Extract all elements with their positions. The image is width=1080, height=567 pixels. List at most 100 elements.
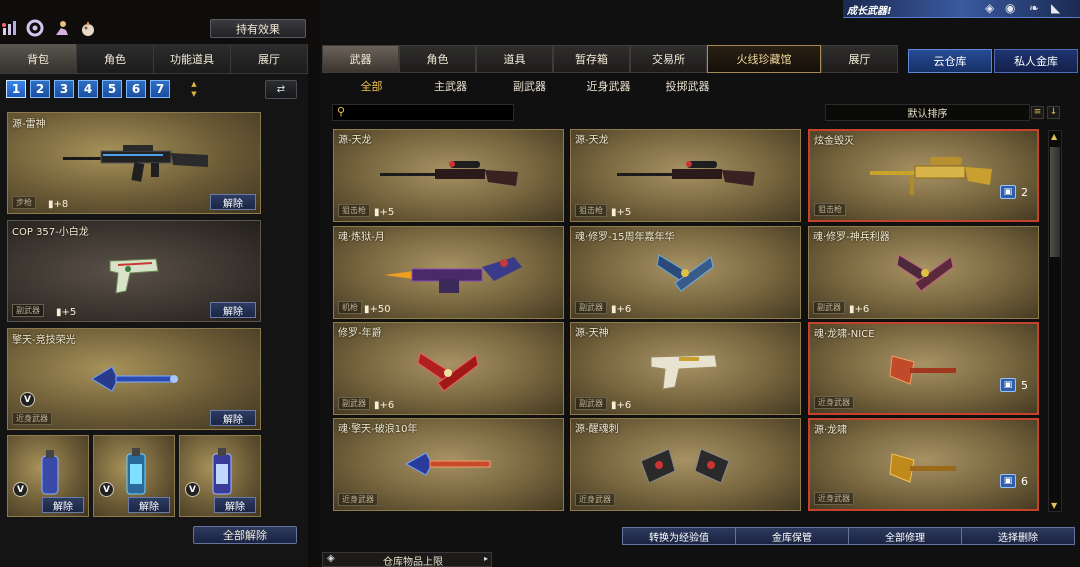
page-up-down[interactable]: ▲ ▼ [186,80,202,98]
item-name: 源-天龙 [338,135,372,146]
v-badge-icon: V [99,482,114,497]
shovel-weapon-image [90,363,180,395]
warehouse-item[interactable]: 魂·龙啸-NICE 近身武器 ▣ 5 [808,322,1039,415]
stats-icon[interactable] [0,18,20,38]
item-enhance-level: ▮+5 [374,207,395,218]
page-button-5[interactable]: 5 [102,80,122,98]
rifle-weapon-image [63,141,213,186]
tab-weapons[interactable]: 武器 [322,45,399,73]
warehouse-item[interactable]: 源·龙啸 近身武器 ▣ 6 [808,418,1039,511]
chevron-right-icon: ▸ [483,554,488,563]
release-button[interactable]: 解除 [128,497,170,513]
page-button-6[interactable]: 6 [126,80,146,98]
page-button-4[interactable]: 4 [78,80,98,98]
warehouse-limit-label: 仓库物品上限 [383,557,443,567]
grenade-image [210,446,234,496]
tab-exchange[interactable]: 交易所 [630,45,707,73]
release-all-button[interactable]: 全部解除 [193,526,297,544]
release-button[interactable]: 解除 [42,497,84,513]
item-name: 源-醒魂刺 [575,424,619,435]
warehouse-item[interactable]: 魂·修罗-15周年嘉年华 副武器 ▮+6 [570,226,801,319]
item-name: 源-天神 [575,328,609,339]
axe-weapon-image [888,450,958,486]
select-delete-button[interactable]: 选择删除 [961,527,1075,545]
inventory-icon[interactable] [78,18,98,38]
item-enhance-level: ▮+6 [374,400,395,411]
warehouse-item[interactable]: 源-醒魂刺 近身武器 [570,418,801,511]
inventory-item[interactable]: V 解除 [7,435,89,517]
warehouse-item[interactable]: 源-天神 副武器 ▮+6 [570,322,801,415]
subtab-throwing[interactable]: 投掷武器 [648,78,727,94]
subtab-secondary[interactable]: 副武器 [490,78,569,94]
warehouse-item[interactable]: 源-天龙 狙击枪 ▮+5 [570,129,801,222]
release-button[interactable]: 解除 [214,497,256,513]
tab-showroom[interactable]: 展厅 [231,44,308,74]
page-button-2[interactable]: 2 [30,80,50,98]
warehouse-limit-bar[interactable]: ◈ 仓库物品上限 ▸ [322,552,492,567]
item-enhance-level: ▮+6 [611,400,632,411]
warehouse-item[interactable]: 魂·擎天-破浪10年 近身武器 [333,418,564,511]
page-button-7[interactable]: 7 [150,80,170,98]
list-view-icon[interactable]: ≡ [1031,106,1044,119]
tab-cloud-warehouse[interactable]: 云仓库 [908,49,992,73]
weapon-subtype-tabs: 全部 主武器 副武器 近身武器 投掷武器 [332,78,727,94]
tab-character[interactable]: 角色 [77,44,154,74]
inventory-item[interactable]: V 解除 [179,435,261,517]
tab-private-vault[interactable]: 私人金库 [994,49,1078,73]
character-icon[interactable] [52,18,72,38]
item-category: 近身武器 [814,492,854,505]
sort-toggle-button[interactable]: ⇄ [265,80,297,99]
hold-effect-button[interactable]: 持有效果 [210,19,306,38]
tab-function-items[interactable]: 功能道具 [154,44,231,74]
warehouse-item[interactable]: 炫金毁灭 狙击枪 ▣ 2 [808,129,1039,222]
scroll-thumb[interactable] [1050,147,1060,257]
subtab-primary[interactable]: 主武器 [411,78,490,94]
item-name: 魂·修罗-15周年嘉年华 [575,232,675,243]
subtab-melee[interactable]: 近身武器 [569,78,648,94]
tab-temp-box[interactable]: 暂存箱 [553,45,630,73]
release-button[interactable]: 解除 [210,194,256,210]
chevron-down-icon[interactable]: ▼ [191,90,196,98]
claw-weapon-image [635,441,735,489]
inventory-item[interactable]: V 解除 [93,435,175,517]
tab-collection-hall[interactable]: 火线珍藏馆 [707,45,821,73]
item-category: 近身武器 [575,493,615,506]
item-category: 近身武器 [338,493,378,506]
scroll-up-icon[interactable]: ▲ [1051,132,1057,141]
item-name: 炫金毁灭 [814,136,854,147]
box-icon: ▣ [1000,474,1016,488]
item-name: 魂·炼狱-月 [338,232,385,243]
sniper-weapon-image [617,158,757,194]
growth-weapon-banner[interactable]: 成长武器! ◈ ◉ ❧ ◣ [843,0,1080,18]
convert-to-exp-button[interactable]: 转换为经验值 [622,527,736,545]
page-button-3[interactable]: 3 [54,80,74,98]
warehouse-item[interactable]: 修罗-年爵 副武器 ▮+6 [333,322,564,415]
brand-icon: ◣ [1051,1,1061,15]
sort-select[interactable]: 默认排序 [825,104,1030,121]
tab-showroom[interactable]: 展厅 [821,45,898,73]
warehouse-item[interactable]: 源-天龙 狙击枪 ▮+5 [333,129,564,222]
page-button-1[interactable]: 1 [6,80,26,98]
tab-items[interactable]: 道具 [476,45,553,73]
grid-scrollbar[interactable]: ▲ ▼ [1048,130,1062,512]
repair-all-button[interactable]: 全部修理 [848,527,962,545]
search-input[interactable]: ⚲ [332,104,514,121]
refresh-icon[interactable] [25,18,45,38]
tab-backpack[interactable]: 背包 [0,44,77,74]
item-enhance-level: ▮+5 [56,307,77,318]
vault-store-button[interactable]: 金库保管 [735,527,849,545]
release-button[interactable]: 解除 [210,302,256,318]
item-name: 魂·修罗-神兵利器 [813,232,890,243]
tab-roles[interactable]: 角色 [399,45,476,73]
subtab-all[interactable]: 全部 [332,78,411,94]
warehouse-item[interactable]: 魂·炼狱-月 机枪 ▮+50 [333,226,564,319]
chevron-up-icon[interactable]: ▲ [191,80,196,88]
release-button[interactable]: 解除 [210,410,256,426]
inventory-item[interactable]: COP 357-小白龙 副武器 ▮+5 解除 [7,220,261,322]
sort-direction-icon[interactable]: ↓ [1047,106,1060,119]
scroll-down-icon[interactable]: ▼ [1051,501,1057,510]
inventory-item[interactable]: 擎天-竞技荣光 V 近身武器 解除 [7,328,261,430]
warehouse-item[interactable]: 魂·修罗-神兵利器 副武器 ▮+6 [808,226,1039,319]
inventory-item[interactable]: 源-雷神 步枪 ▮+8 解除 [7,112,261,214]
item-count: ▣ 5 [997,375,1031,395]
